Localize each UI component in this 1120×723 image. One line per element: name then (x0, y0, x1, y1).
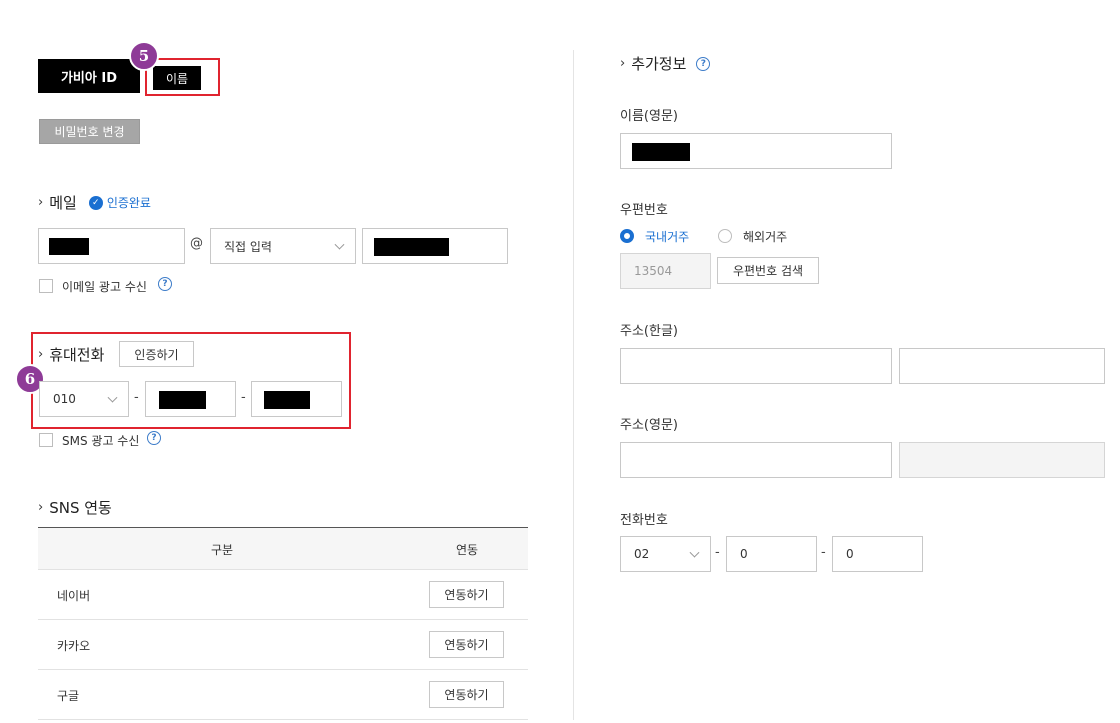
sns-name: 카카오 (57, 639, 91, 653)
name-en-label: 이름(영문) (620, 109, 678, 124)
phone-last-input[interactable]: 0 (832, 536, 923, 572)
chevron-down-icon (689, 547, 700, 558)
gabia-id-box: 가비아 ID (38, 59, 140, 93)
link-naver-button[interactable]: 연동하기 (429, 581, 504, 608)
chevron-right-icon: › (38, 195, 44, 210)
email-verified-text: 인증완료 (106, 196, 151, 210)
sns-section-title: › SNS 연동 (38, 497, 112, 518)
email-ad-label: 이메일 광고 수신 (62, 280, 147, 294)
email-domain-input[interactable] (362, 228, 508, 264)
overseas-radio[interactable] (718, 229, 732, 243)
change-password-button[interactable]: 비밀번호 변경 (39, 119, 140, 144)
zip-value: 13504 (634, 264, 673, 278)
phone-middle-value: 0 (740, 547, 748, 561)
phone-prefix-select[interactable]: 02 (620, 536, 711, 572)
help-icon[interactable]: ? (158, 277, 172, 291)
phone-label: 전화번호 (620, 513, 668, 528)
change-password-label: 비밀번호 변경 (54, 125, 125, 139)
sns-header-link: 연동 (456, 543, 479, 557)
mobile-section-title: › 휴대전화 (38, 344, 104, 365)
mobile-verify-button[interactable]: 인증하기 (119, 341, 194, 367)
chevron-down-icon (334, 239, 345, 250)
mobile-verify-label: 인증하기 (134, 347, 179, 362)
zip-search-label: 우편번호 검색 (732, 264, 804, 278)
zip-input[interactable]: 13504 (620, 253, 711, 289)
sms-ad-checkbox[interactable] (39, 433, 53, 447)
name-button[interactable]: 이름 (153, 66, 201, 90)
sns-name: 구글 (57, 689, 80, 703)
domestic-radio[interactable] (620, 229, 634, 243)
mobile-prefix-value: 010 (53, 392, 76, 406)
at-symbol: @ (190, 236, 203, 251)
sms-ad-label: SMS 광고 수신 (62, 434, 140, 448)
gabia-id-label: 가비아 ID (60, 70, 118, 86)
help-icon[interactable]: ? (147, 431, 161, 445)
addr-en-input-2[interactable] (899, 442, 1105, 478)
phone-middle-input[interactable]: 0 (726, 536, 817, 572)
sns-table-header: 구분 연동 (38, 527, 528, 570)
dash-separator: - (821, 545, 826, 560)
email-local-input[interactable] (38, 228, 185, 264)
check-circle-icon: ✓ (88, 195, 103, 210)
chevron-right-icon: › (38, 347, 44, 362)
chevron-down-icon (107, 392, 118, 403)
addr-en-input-1[interactable] (620, 442, 892, 478)
link-google-button[interactable]: 연동하기 (429, 681, 504, 708)
email-section-title: › 메일 ✓ 인증완료 (38, 192, 151, 213)
mobile-title: 휴대전화 (49, 346, 105, 364)
sns-name: 네이버 (57, 589, 91, 603)
link-kakao-button[interactable]: 연동하기 (429, 631, 504, 658)
redacted-mask (374, 238, 449, 256)
table-row: 구글 연동하기 (38, 670, 528, 720)
zip-label: 우편번호 (620, 203, 668, 218)
extra-title: 추가정보 (631, 55, 687, 73)
sns-header-category: 구분 (211, 543, 234, 557)
email-title: 메일 (49, 194, 77, 212)
mobile-middle-input[interactable] (145, 381, 236, 417)
redacted-mask (159, 391, 206, 409)
help-icon[interactable]: ? (696, 56, 711, 71)
sns-title: SNS 연동 (49, 499, 112, 517)
overseas-label: 해외거주 (743, 230, 788, 244)
addr-en-label: 주소(영문) (620, 418, 678, 433)
mobile-prefix-select[interactable]: 010 (39, 381, 129, 417)
step-badge-5: 5 (129, 41, 159, 71)
addr-ko-input-1[interactable] (620, 348, 892, 384)
table-row: 카카오 연동하기 (38, 620, 528, 670)
name-button-label: 이름 (165, 71, 189, 86)
phone-prefix-value: 02 (634, 547, 650, 561)
phone-last-value: 0 (846, 547, 854, 561)
dash-separator: - (134, 390, 139, 405)
dash-separator: - (241, 390, 246, 405)
dash-separator: - (715, 545, 720, 560)
redacted-mask (49, 238, 89, 255)
extra-info-title: › 추가정보 ? (620, 53, 711, 74)
email-domain-select-value: 직접 입력 (224, 239, 272, 254)
zip-search-button[interactable]: 우편번호 검색 (717, 257, 819, 284)
email-verified-status: ✓ 인증완료 (88, 194, 151, 211)
mobile-last-input[interactable] (251, 381, 342, 417)
redacted-mask (264, 391, 310, 409)
chevron-right-icon: › (38, 500, 44, 515)
addr-ko-label: 주소(한글) (620, 324, 678, 339)
addr-ko-input-2[interactable] (899, 348, 1105, 384)
redacted-mask (632, 143, 690, 161)
name-en-input[interactable] (620, 133, 892, 169)
chevron-right-icon: › (620, 56, 626, 71)
table-row: 네이버 연동하기 (38, 570, 528, 620)
column-divider (573, 50, 574, 720)
email-domain-select[interactable]: 직접 입력 (210, 228, 356, 264)
email-ad-checkbox[interactable] (39, 279, 53, 293)
domestic-label: 국내거주 (645, 230, 690, 244)
